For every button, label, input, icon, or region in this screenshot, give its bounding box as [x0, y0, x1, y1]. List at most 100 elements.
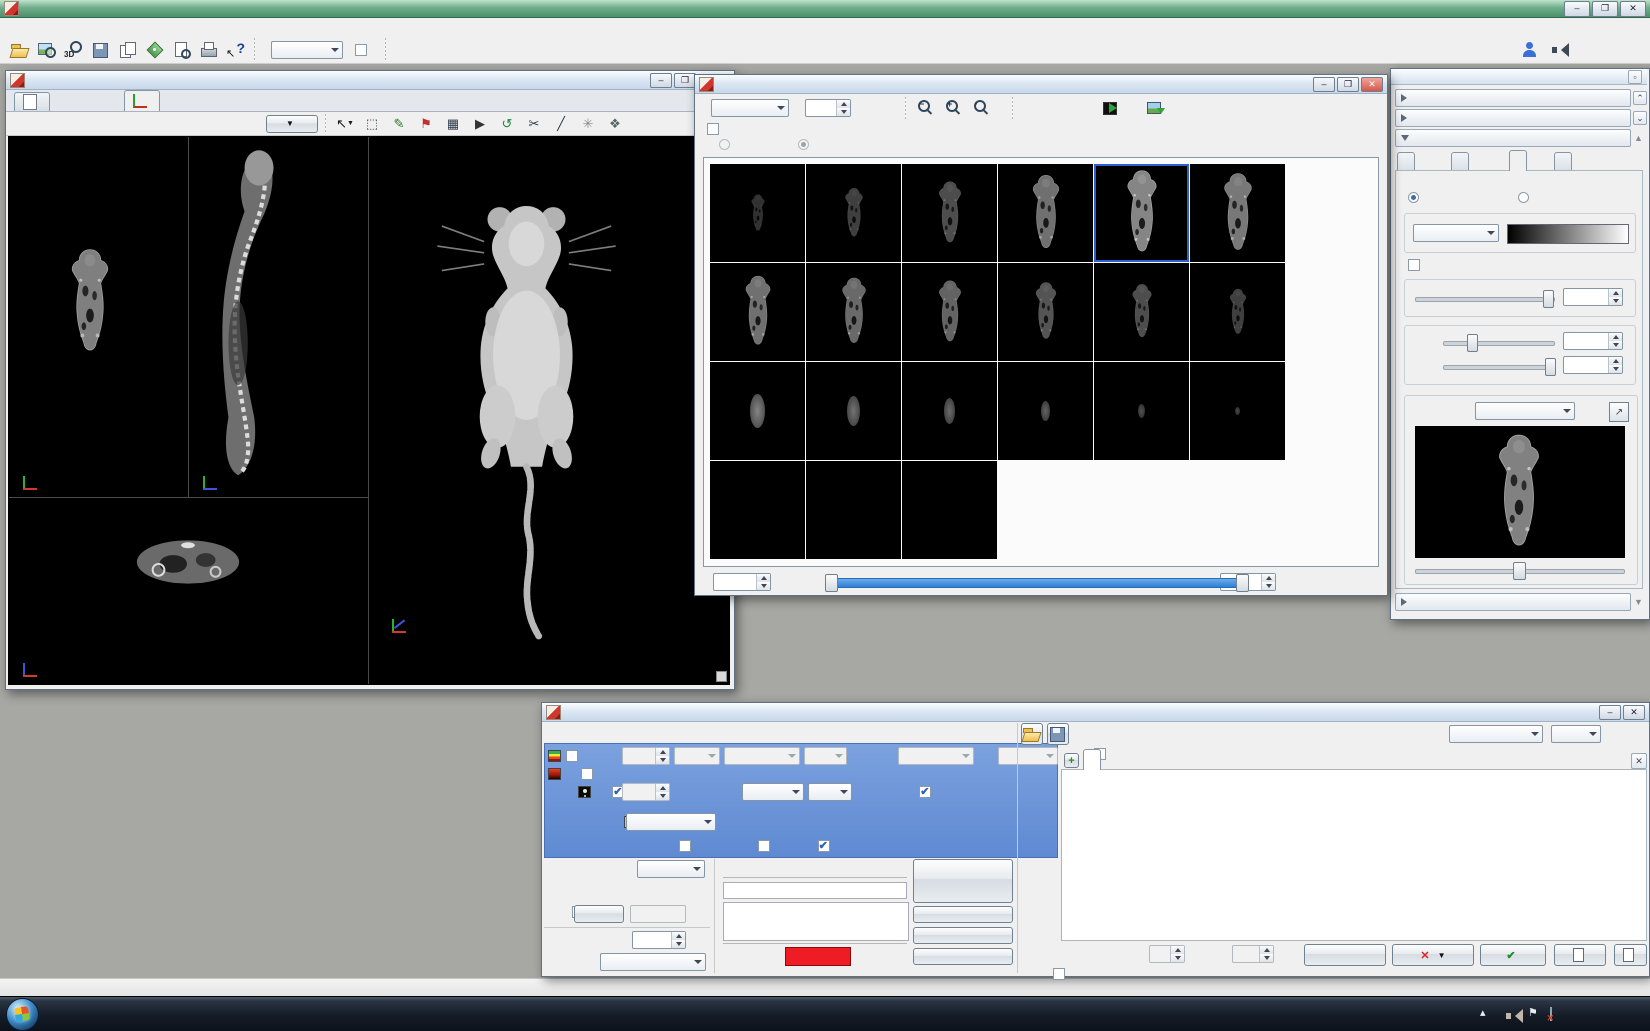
- slice-viewer-titlebar[interactable]: – ❐ ✕: [695, 75, 1387, 94]
- tab-slice[interactable]: [1509, 150, 1527, 171]
- slice-spacing-input[interactable]: [805, 99, 851, 117]
- coronal-panel[interactable]: [9, 137, 189, 498]
- minimize-icon[interactable]: –: [1599, 705, 1621, 720]
- slice-cell[interactable]: [710, 164, 805, 262]
- slice-cell[interactable]: [902, 362, 997, 460]
- alignment-grid-checkbox[interactable]: [818, 840, 830, 852]
- menu-file[interactable]: [0, 25, 18, 29]
- scale-min-input[interactable]: [1563, 332, 1623, 350]
- initialize-button[interactable]: [913, 948, 1013, 965]
- scale-min-slider[interactable]: [1443, 334, 1555, 350]
- opacity-input[interactable]: [1563, 288, 1623, 306]
- browse-icon[interactable]: [35, 38, 59, 62]
- apply-all-checkbox[interactable]: [355, 44, 367, 56]
- slice-cell[interactable]: [902, 263, 997, 361]
- app-minimize-icon[interactable]: –: [1564, 1, 1590, 17]
- luminescent-checkbox[interactable]: [566, 750, 578, 762]
- transaxial-panel[interactable]: [9, 498, 369, 684]
- opacity-slider[interactable]: [1415, 290, 1555, 306]
- segments-checkbox[interactable]: [1053, 968, 1065, 980]
- acquisition-panel[interactable]: – ✕: [541, 702, 1650, 977]
- section-roi-tools[interactable]: [1395, 89, 1631, 107]
- insert-button[interactable]: [1554, 944, 1606, 966]
- flag-icon[interactable]: ⚑: [414, 112, 438, 136]
- grid-icon[interactable]: ▦: [441, 112, 465, 136]
- popout-icon[interactable]: ↗: [1609, 402, 1629, 422]
- image-setup-button[interactable]: [913, 927, 1013, 944]
- select-icon[interactable]: ⬚: [360, 112, 384, 136]
- overlay-checkbox[interactable]: [679, 840, 691, 852]
- luminescent-exposure[interactable]: [622, 747, 670, 765]
- close-icon[interactable]: ✕: [1361, 77, 1383, 92]
- close-icon[interactable]: ✕: [1623, 705, 1645, 720]
- fluorescent-checkbox[interactable]: [581, 768, 593, 780]
- export-icon[interactable]: [1143, 96, 1167, 120]
- scale-max-input[interactable]: [1563, 356, 1623, 374]
- photograph-fstop-dropdown[interactable]: [808, 783, 852, 801]
- luminescent-unit-dropdown[interactable]: [674, 747, 720, 765]
- menu-help[interactable]: [108, 25, 126, 29]
- slice-cell[interactable]: [1094, 362, 1189, 460]
- open-icon[interactable]: [8, 38, 32, 62]
- preview-icon[interactable]: [170, 38, 194, 62]
- play-icon[interactable]: ▶: [468, 112, 492, 136]
- tray-network-icon[interactable]: [1550, 1007, 1552, 1021]
- maximize-icon[interactable]: ❐: [1337, 77, 1359, 92]
- segments-input[interactable]: [1149, 945, 1185, 963]
- tool-palette[interactable]: ▫ ⌃ ⌄ ▲: [1390, 68, 1650, 620]
- slice-color-table-radio[interactable]: [1408, 192, 1419, 203]
- tab-volume[interactable]: [1397, 152, 1415, 171]
- help-pointer-icon[interactable]: [224, 38, 248, 62]
- menu-edit[interactable]: [18, 25, 36, 29]
- units-dropdown[interactable]: [271, 41, 343, 59]
- slice-cell[interactable]: [998, 164, 1093, 262]
- copy-icon[interactable]: [116, 38, 140, 62]
- slice-preview[interactable]: [1415, 426, 1625, 558]
- delay-input[interactable]: [1232, 945, 1274, 963]
- app-close-icon[interactable]: ✕: [1620, 1, 1646, 17]
- luminescent-fstop-dropdown[interactable]: [804, 747, 847, 765]
- open-sequence-button[interactable]: [1021, 723, 1043, 745]
- scroll-up-icon[interactable]: ⌃: [1633, 91, 1647, 105]
- luminescent-excitation-dropdown[interactable]: [898, 747, 974, 765]
- puzzle-icon[interactable]: ❖: [603, 112, 627, 136]
- minimize-icon[interactable]: –: [1313, 77, 1335, 92]
- volume-color-table-radio[interactable]: [1518, 192, 1529, 203]
- slice-cell[interactable]: [806, 164, 901, 262]
- ct-mode-dropdown[interactable]: [626, 813, 716, 831]
- slice-cell[interactable]: [902, 461, 997, 559]
- render-thick-checkbox[interactable]: [707, 123, 719, 135]
- slice-cell[interactable]: [710, 461, 805, 559]
- probes-dropdown[interactable]: [1551, 725, 1601, 743]
- slice-cell[interactable]: [710, 263, 805, 361]
- reuse-checkbox[interactable]: [919, 786, 931, 798]
- sagittal-panel[interactable]: [189, 137, 369, 498]
- info-button[interactable]: ▼: [266, 115, 318, 133]
- temperature-indicator[interactable]: [785, 947, 851, 966]
- remove-button[interactable]: ✕▼: [1392, 944, 1474, 966]
- preview-slice-slider[interactable]: [1415, 562, 1625, 578]
- service-button[interactable]: [574, 905, 624, 923]
- reverse-checkbox[interactable]: [1408, 259, 1420, 271]
- audio-icon[interactable]: [1548, 38, 1572, 62]
- app-maximize-icon[interactable]: ❐: [1592, 1, 1618, 17]
- acquire-button[interactable]: [913, 859, 1013, 903]
- zoom-out-icon[interactable]: −: [914, 96, 938, 120]
- slice-cell[interactable]: [998, 362, 1093, 460]
- slice-cell-selected[interactable]: [1094, 164, 1189, 262]
- zoom-reset-icon[interactable]: ·: [970, 96, 994, 120]
- luminescent-emission-dropdown[interactable]: [998, 747, 1058, 765]
- service-value-input[interactable]: [630, 905, 686, 923]
- perspective-panel[interactable]: [369, 137, 729, 684]
- sequence-window[interactable]: – ❐ ▼ ↖▼ ⬚✎⚑▦▶↺✂╱✳❖: [5, 70, 735, 690]
- section-3d-optical-tools[interactable]: [1395, 593, 1631, 611]
- scroll-down-arrow-icon[interactable]: ▼: [1634, 597, 1643, 607]
- print-icon[interactable]: [197, 38, 221, 62]
- apply-to-all-button[interactable]: [1304, 944, 1386, 966]
- scale-max-slider[interactable]: [1443, 358, 1555, 374]
- volume-slice-viewer-window[interactable]: – ❐ ✕ − + ·: [694, 74, 1388, 596]
- fov-dropdown[interactable]: [637, 860, 705, 878]
- preview-orientation-dropdown[interactable]: [1475, 402, 1575, 420]
- orientation-dropdown[interactable]: [711, 99, 789, 117]
- minimize-icon[interactable]: –: [650, 73, 672, 88]
